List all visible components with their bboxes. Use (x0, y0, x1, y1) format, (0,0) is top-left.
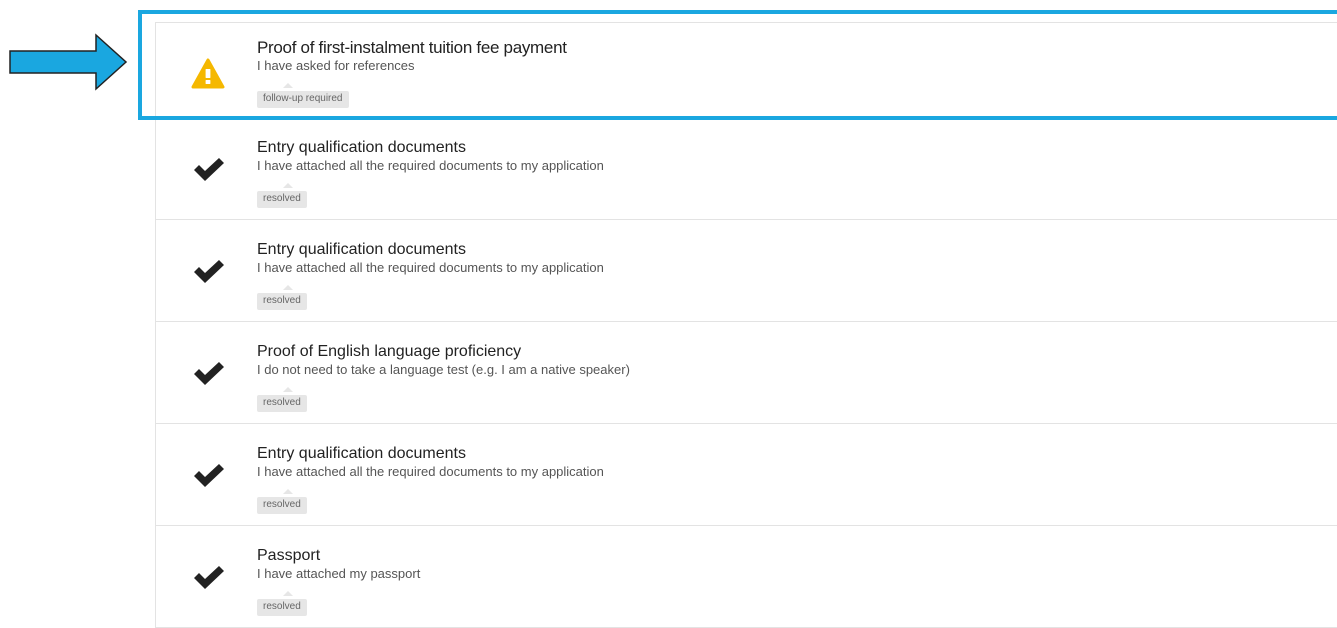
item-text: Entry qualification documents I have att… (257, 445, 604, 514)
checklist-item-english-proficiency[interactable]: Proof of English language proficiency I … (156, 322, 1337, 424)
checklist-item-entry-qualification[interactable]: Entry qualification documents I have att… (156, 424, 1337, 526)
checklist-item-fee-payment[interactable]: Proof of first-instalment tuition fee pa… (156, 23, 1337, 118)
item-title: Proof of first-instalment tuition fee pa… (257, 38, 567, 57)
checklist-item-passport[interactable]: Passport I have attached my passport res… (156, 526, 1337, 628)
checklist-item-entry-qualification[interactable]: Entry qualification documents I have att… (156, 220, 1337, 322)
checkmark-icon (194, 260, 224, 283)
status-badge-wrap: resolved (257, 591, 307, 616)
item-text: Entry qualification documents I have att… (257, 139, 604, 208)
item-title: Passport (257, 547, 321, 564)
item-subtitle: I have asked for references (257, 58, 415, 73)
item-subtitle: I have attached all the required documen… (257, 464, 604, 479)
checklist-item-entry-qualification[interactable]: Entry qualification documents I have att… (156, 118, 1337, 220)
status-badge-wrap: follow-up required (257, 83, 349, 108)
item-subtitle: I have attached all the required documen… (257, 158, 604, 173)
item-subtitle: I have attached all the required documen… (257, 260, 604, 275)
item-text: Proof of English language proficiency I … (257, 343, 630, 412)
status-badge: resolved (257, 497, 307, 514)
checkmark-icon (194, 566, 224, 589)
status-badge: follow-up required (257, 91, 349, 108)
status-badge: resolved (257, 599, 307, 616)
status-badge-wrap: resolved (257, 387, 307, 412)
item-subtitle: I have attached my passport (257, 566, 421, 581)
item-text: Entry qualification documents I have att… (257, 241, 604, 310)
status-badge-wrap: resolved (257, 285, 307, 310)
checkmark-icon (194, 464, 224, 487)
item-title: Entry qualification documents (257, 139, 466, 156)
checkmark-icon (194, 158, 224, 181)
status-badge: resolved (257, 395, 307, 412)
status-badge-wrap: resolved (257, 183, 307, 208)
checkmark-icon (194, 362, 224, 385)
warning-icon (191, 58, 225, 89)
checklist: Proof of first-instalment tuition fee pa… (155, 22, 1337, 628)
item-text: Proof of first-instalment tuition fee pa… (257, 39, 567, 108)
item-subtitle: I do not need to take a language test (e… (257, 362, 630, 377)
item-title: Proof of English language proficiency (257, 343, 522, 360)
item-title: Entry qualification documents (257, 445, 466, 462)
status-badge: resolved (257, 293, 307, 310)
item-text: Passport I have attached my passport res… (257, 547, 420, 616)
item-title: Entry qualification documents (257, 241, 466, 258)
annotation-arrow-icon (9, 33, 128, 91)
status-badge-wrap: resolved (257, 489, 307, 514)
status-badge: resolved (257, 191, 307, 208)
